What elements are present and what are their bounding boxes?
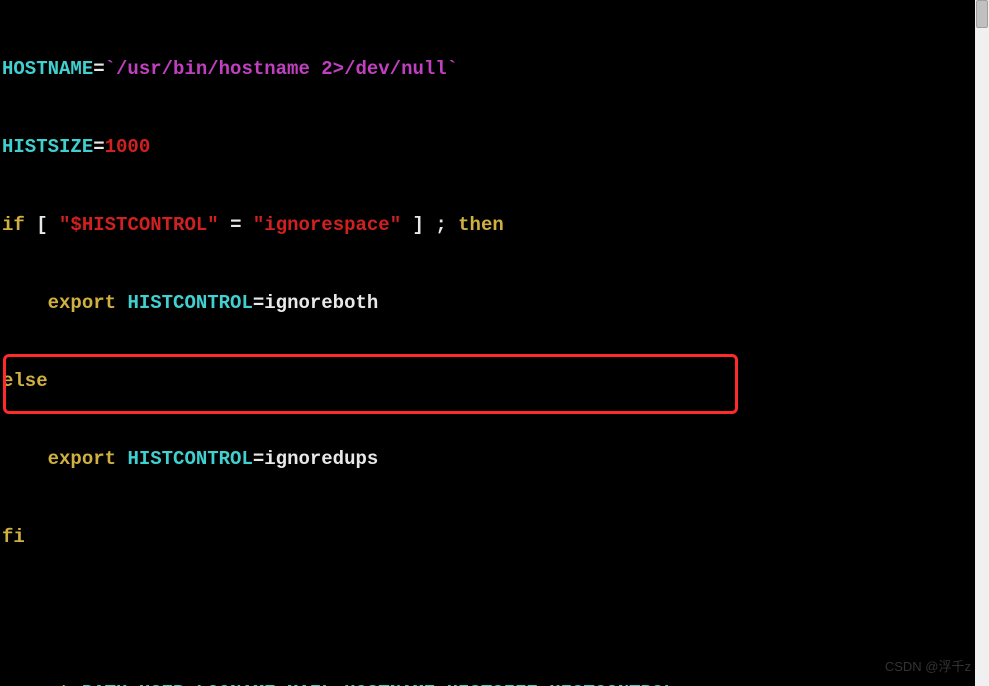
code-line: fi: [2, 524, 973, 550]
code-line: HISTSIZE=1000: [2, 134, 973, 160]
code-line: export HISTCONTROL=ignoredups: [2, 446, 973, 472]
code-line: export PATH USER LOGNAME MAIL HOSTNAME H…: [2, 680, 973, 686]
code-line: if [ "$HISTCONTROL" = "ignorespace" ] ; …: [2, 212, 973, 238]
watermark: CSDN @浮千z: [885, 654, 971, 680]
scrollbar-thumb[interactable]: [976, 0, 988, 28]
code-line: export HISTCONTROL=ignoreboth: [2, 290, 973, 316]
terminal-viewport[interactable]: HOSTNAME=`/usr/bin/hostname 2>/dev/null`…: [0, 0, 975, 686]
code-line: else: [2, 368, 973, 394]
code-line: HOSTNAME=`/usr/bin/hostname 2>/dev/null`: [2, 56, 973, 82]
code-line: [2, 602, 973, 628]
scrollbar-track[interactable]: [975, 0, 989, 686]
